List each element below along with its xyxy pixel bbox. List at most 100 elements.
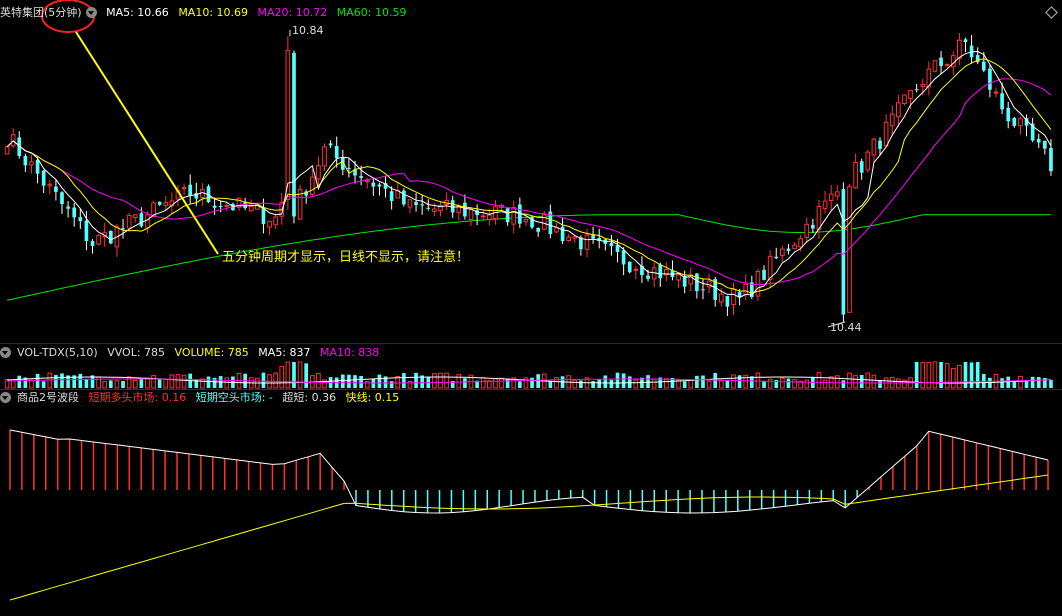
candle-body [4, 146, 10, 155]
candle-body [334, 145, 339, 159]
candle-body [804, 223, 810, 238]
candle-body [328, 143, 333, 146]
ind-indicator-name[interactable]: 商品2号波段 [17, 391, 79, 404]
volume-bar [1030, 376, 1035, 388]
volume-bar [109, 380, 113, 388]
volume-bar [1012, 381, 1017, 388]
candle-body [627, 261, 632, 273]
candle-body [480, 215, 486, 218]
chevron-down-icon[interactable] [85, 7, 97, 18]
period-label: (5分钟) [44, 6, 82, 19]
ma5-value: MA5: 10.66 [106, 6, 169, 19]
candle-body [701, 289, 705, 291]
candle-body [1018, 118, 1023, 127]
candle-body [908, 90, 913, 99]
vol-indicator-name[interactable]: VOL-TDX(5,10) [17, 346, 98, 359]
vol-ma10-value: MA10: 838 [320, 346, 380, 359]
candle-body [371, 182, 376, 187]
candle-body [426, 207, 431, 209]
volume-bar [353, 375, 357, 388]
volume-bar [41, 381, 46, 388]
volume-bar [297, 361, 303, 389]
candle-body [23, 156, 28, 166]
volume-bar [292, 362, 296, 388]
candle-body [834, 191, 840, 197]
volume-bar [664, 378, 669, 389]
ma60-line [6, 214, 1051, 301]
volume-bar [853, 374, 858, 389]
candle-body [981, 61, 986, 71]
candle-body [572, 236, 578, 239]
chevron-down-icon[interactable] [0, 392, 11, 403]
candle-body [889, 113, 895, 127]
candle-body [591, 235, 595, 239]
candle-body [798, 238, 803, 248]
volume-bar [609, 379, 614, 388]
volume-bar [279, 365, 285, 389]
volume-bar [285, 361, 291, 389]
ma20-value: MA20: 10.72 [257, 6, 328, 19]
volume-bar [963, 362, 968, 388]
volume-bar [633, 379, 639, 389]
volume-bar [597, 378, 602, 388]
volume-bar [126, 376, 132, 389]
candle-body [811, 224, 815, 229]
volume-bar [114, 380, 120, 389]
candle-body [816, 205, 822, 230]
candle-body [72, 207, 77, 218]
candle-body [60, 192, 64, 205]
volume-bar [54, 374, 58, 388]
candle-body [84, 220, 89, 242]
volume-bar [304, 363, 309, 388]
candle-body [633, 268, 639, 271]
volume-bar [364, 380, 370, 389]
candle-body [90, 241, 95, 246]
candle-body [273, 216, 278, 226]
volume-bar [493, 378, 498, 389]
candle-body [389, 191, 394, 202]
high-price-label: 10.84 [292, 24, 324, 37]
volume-bar [651, 378, 657, 389]
volume-bar [35, 373, 40, 388]
volume-bar [200, 378, 205, 389]
candle-body [505, 208, 510, 223]
volume-bar [548, 381, 553, 388]
candle-body [841, 189, 846, 315]
ma20-line [6, 78, 1052, 286]
candlestick-series [4, 32, 1053, 322]
candle-body [1043, 140, 1047, 149]
candle-body [902, 94, 907, 105]
volume-bar [834, 375, 840, 389]
volume-bar [359, 375, 363, 388]
candle-body [609, 242, 614, 247]
ma5-line [6, 50, 1052, 299]
candle-body [248, 205, 254, 212]
candle-body [450, 200, 455, 213]
volume-bar [591, 381, 595, 388]
volume-bar [402, 373, 406, 388]
volume-bar [121, 380, 125, 388]
bull-market-value: 短期多头市场: 0.16 [88, 391, 187, 404]
candle-body [914, 89, 919, 91]
stock-name[interactable]: 英特集团 [0, 6, 44, 19]
volume-bar [29, 379, 34, 389]
volume-bar [139, 379, 144, 388]
candle-body [377, 184, 382, 187]
candle-body [463, 202, 467, 217]
volume-bar [10, 380, 16, 389]
volume-bar [944, 363, 950, 389]
candle-body [743, 284, 749, 295]
candle-body [1000, 93, 1004, 110]
volume-bars [4, 361, 1053, 389]
candle-body [322, 146, 327, 167]
vvol-value: VVOL: 785 [107, 346, 166, 359]
candle-body [993, 91, 999, 94]
candle-body [347, 167, 351, 169]
volume-bar [444, 372, 449, 389]
chevron-down-icon[interactable] [0, 347, 11, 358]
volume-bar [456, 374, 462, 389]
candle-body [957, 39, 962, 59]
volume-bar [1000, 378, 1004, 388]
candle-body [896, 102, 901, 118]
volume-bar [725, 380, 730, 388]
